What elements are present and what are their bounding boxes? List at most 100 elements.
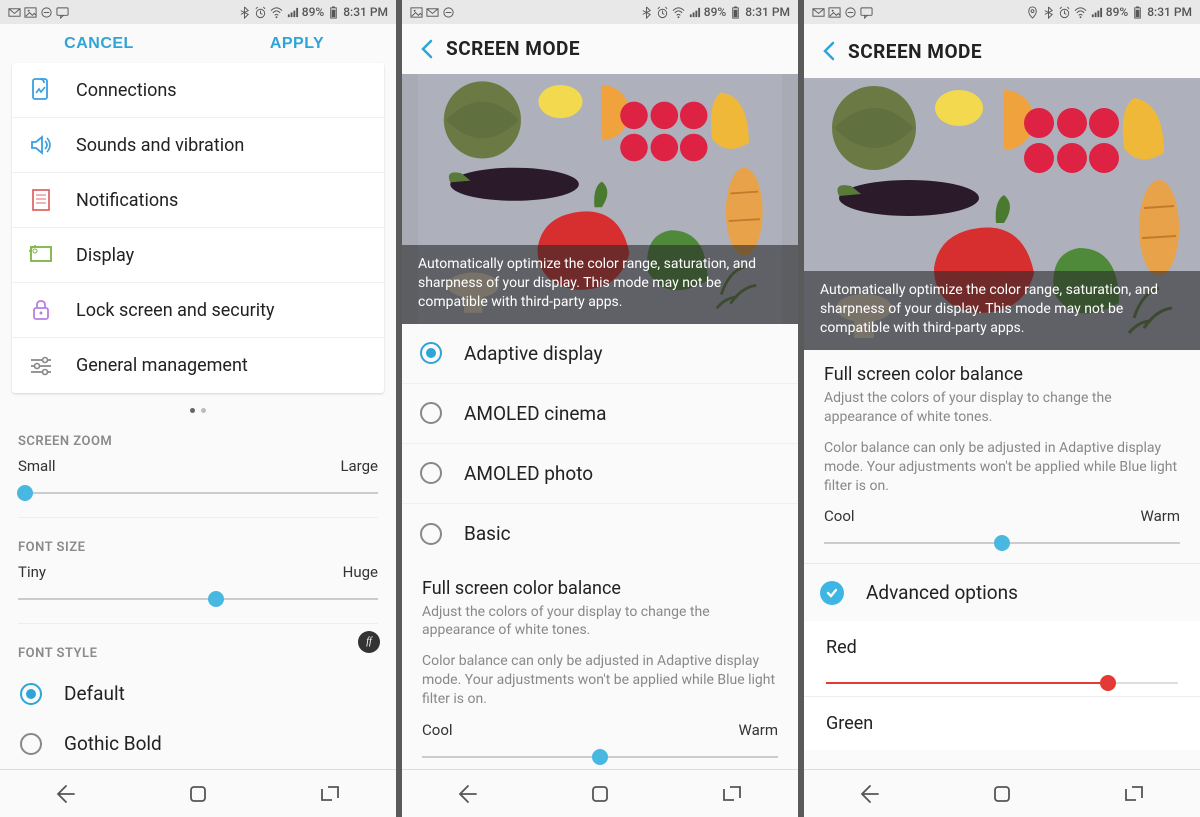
status-bar: 89% 8:31 PM [0, 0, 396, 24]
status-bar: 89% 8:31 PM [804, 0, 1200, 24]
settings-card: Connections Sounds and vibration Notific… [12, 63, 384, 393]
display-icon [28, 242, 54, 268]
row-label: Notifications [76, 190, 178, 211]
settings-row-connections[interactable]: Connections [12, 63, 384, 118]
nav-home-button[interactable] [588, 782, 612, 806]
font-style-heading: FONT STYLE [0, 632, 396, 669]
fscb-title: Full screen color balance [422, 578, 778, 599]
status-bar: 89% 8:31 PM [402, 0, 798, 24]
mode-amoled-photo[interactable]: AMOLED photo [402, 444, 798, 504]
dnd-icon [40, 6, 53, 19]
font-size-heading: FONT SIZE [0, 526, 396, 563]
image-icon [828, 6, 841, 19]
alarm-icon [656, 6, 669, 19]
settings-row-notifications[interactable]: Notifications [12, 173, 384, 228]
battery-percentage: 89% [704, 5, 726, 19]
signal-icon [688, 6, 701, 19]
warm-label: Warm [1141, 507, 1180, 525]
nav-home-button[interactable] [186, 782, 210, 806]
fscb-note: Color balance can only be adjusted in Ad… [422, 652, 778, 709]
page-indicator [0, 405, 396, 416]
font-flip-icon[interactable]: ff [358, 631, 380, 653]
dnd-icon [442, 6, 455, 19]
nav-recent-button[interactable] [1122, 782, 1146, 806]
clock-time: 8:31 PM [745, 5, 790, 19]
page-title: SCREEN MODE [446, 37, 580, 60]
gmail-icon [426, 6, 439, 19]
battery-percentage: 89% [1106, 5, 1128, 19]
nav-bar [804, 769, 1200, 817]
location-icon [1026, 6, 1039, 19]
row-label: General management [76, 355, 248, 376]
mode-adaptive[interactable]: Adaptive display [402, 324, 798, 384]
cancel-button[interactable]: CANCEL [0, 35, 198, 53]
bluetooth-icon [640, 6, 653, 19]
wifi-icon [270, 6, 283, 19]
connections-icon [28, 77, 54, 103]
radio-label: Basic [464, 522, 511, 545]
zoom-max-label: Large [340, 457, 378, 475]
check-icon [820, 581, 844, 605]
nav-home-button[interactable] [990, 782, 1014, 806]
row-label: Sounds and vibration [76, 135, 244, 156]
font-min-label: Tiny [18, 563, 46, 581]
gmail-icon [8, 6, 21, 19]
screen-zoom-heading: SCREEN ZOOM [0, 420, 396, 457]
red-slider[interactable] [826, 670, 1178, 696]
wifi-icon [672, 6, 685, 19]
color-balance-slider[interactable] [422, 745, 778, 769]
font-style-default[interactable]: Default [10, 669, 386, 719]
screen-zoom-slider[interactable] [18, 481, 378, 505]
back-button[interactable] [410, 31, 446, 67]
battery-icon [729, 6, 742, 19]
alarm-icon [1058, 6, 1071, 19]
nav-back-button[interactable] [54, 782, 78, 806]
cool-label: Cool [824, 507, 855, 525]
warm-label: Warm [739, 721, 778, 739]
mode-basic[interactable]: Basic [402, 504, 798, 564]
row-label: Display [76, 245, 134, 266]
preview-caption: Automatically optimize the color range, … [804, 271, 1200, 350]
preview-image: Automatically optimize the color range, … [402, 74, 798, 324]
dnd-icon [844, 6, 857, 19]
settings-row-sounds[interactable]: Sounds and vibration [12, 118, 384, 173]
fscb-title: Full screen color balance [824, 364, 1180, 385]
nav-back-button[interactable] [456, 782, 480, 806]
notifications-icon [28, 187, 54, 213]
clock-time: 8:31 PM [1147, 5, 1192, 19]
preview-image: Automatically optimize the color range, … [804, 78, 1200, 350]
nav-back-button[interactable] [858, 782, 882, 806]
battery-icon [327, 6, 340, 19]
radio-label: AMOLED cinema [464, 402, 606, 425]
back-button[interactable] [812, 33, 848, 69]
row-label: Lock screen and security [76, 300, 275, 321]
signal-icon [286, 6, 299, 19]
lock-icon [28, 297, 54, 323]
nav-bar [402, 769, 798, 817]
sound-icon [28, 132, 54, 158]
font-size-slider[interactable] [18, 587, 378, 611]
bluetooth-icon [1042, 6, 1055, 19]
preview-caption: Automatically optimize the color range, … [402, 245, 798, 324]
settings-row-general[interactable]: General management [12, 338, 384, 393]
wifi-icon [1074, 6, 1087, 19]
settings-row-display[interactable]: Display [12, 228, 384, 283]
font-style-gothic[interactable]: Gothic Bold [10, 719, 386, 769]
image-icon [24, 6, 37, 19]
advanced-options-toggle[interactable]: Advanced options [804, 563, 1200, 621]
settings-row-lock[interactable]: Lock screen and security [12, 283, 384, 338]
nav-recent-button[interactable] [720, 782, 744, 806]
nav-bar [0, 769, 396, 817]
message-icon [860, 6, 873, 19]
battery-icon [1131, 6, 1144, 19]
advanced-label: Advanced options [866, 581, 1018, 604]
gmail-icon [812, 6, 825, 19]
apply-button[interactable]: APPLY [198, 35, 396, 53]
alarm-icon [254, 6, 267, 19]
nav-recent-button[interactable] [318, 782, 342, 806]
radio-label: Gothic Bold [64, 732, 162, 755]
fscb-note: Color balance can only be adjusted in Ad… [824, 439, 1180, 496]
color-balance-slider[interactable] [824, 531, 1180, 555]
bluetooth-icon [238, 6, 251, 19]
mode-amoled-cinema[interactable]: AMOLED cinema [402, 384, 798, 444]
